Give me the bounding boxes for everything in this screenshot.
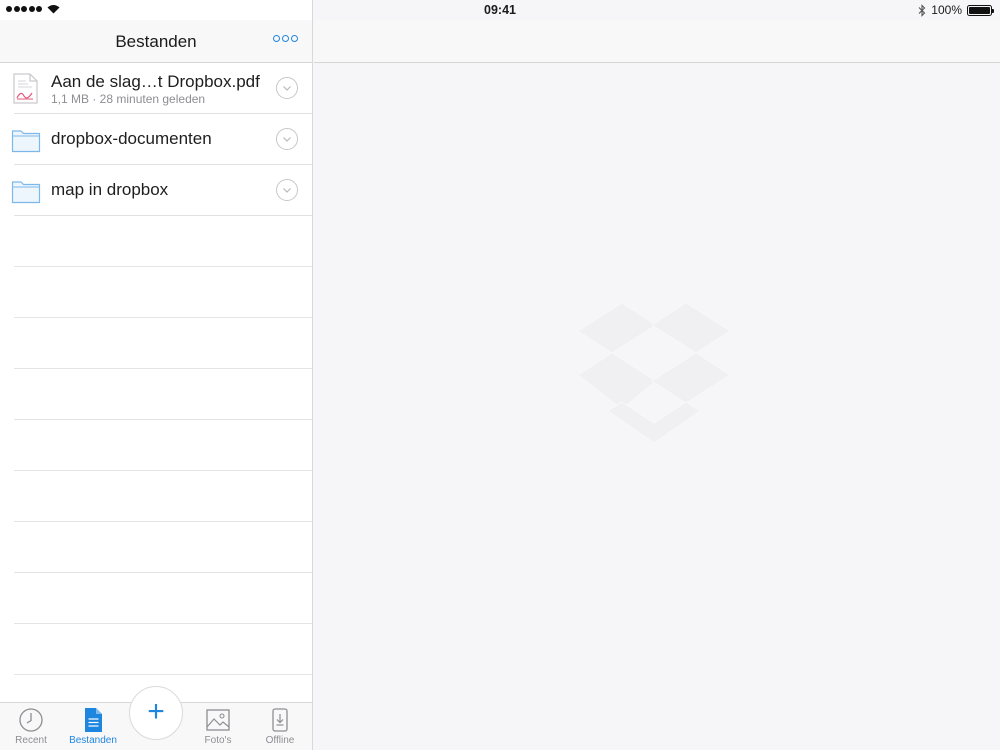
empty-row <box>0 522 312 573</box>
empty-row <box>0 573 312 624</box>
list-item-folder[interactable]: map in dropbox <box>0 165 312 216</box>
status-right: 100% <box>918 3 994 17</box>
more-icon <box>273 35 280 42</box>
battery-percentage: 100% <box>931 3 962 17</box>
tab-fotos[interactable]: Foto's <box>187 707 249 746</box>
folder-icon <box>11 178 41 209</box>
battery-icon <box>967 4 994 16</box>
empty-row <box>0 471 312 522</box>
folder-name: map in dropbox <box>51 180 169 199</box>
sidebar-header: Bestanden <box>0 20 312 63</box>
folder-name: dropbox-documenten <box>51 129 212 148</box>
more-button[interactable] <box>273 35 298 42</box>
empty-row <box>0 216 312 267</box>
tab-recent[interactable]: Recent <box>0 707 62 746</box>
pdf-file-icon <box>11 73 39 109</box>
page-title: Bestanden <box>115 32 197 51</box>
status-time: 09:41 <box>484 3 516 17</box>
folder-icon <box>11 127 41 158</box>
offline-icon <box>272 708 288 732</box>
add-button[interactable]: + <box>129 686 183 740</box>
chevron-down-icon[interactable] <box>276 128 298 150</box>
detail-pane <box>314 0 1000 750</box>
sidebar: Bestanden Aan de slag…t Dropbox.pdf 1,1 … <box>0 0 313 750</box>
empty-row <box>0 420 312 471</box>
empty-row <box>0 267 312 318</box>
file-list: Aan de slag…t Dropbox.pdf 1,1 MB · 28 mi… <box>0 63 312 675</box>
file-meta: 1,1 MB · 28 minuten geleden <box>51 92 206 106</box>
tab-label: Bestanden <box>69 735 117 746</box>
status-bar: 09:41 100% <box>0 0 1000 20</box>
tab-label: Offline <box>265 735 295 746</box>
file-name: Aan de slag…t Dropbox.pdf <box>51 72 260 91</box>
dropbox-logo-icon <box>576 302 732 454</box>
chevron-down-icon[interactable] <box>276 77 298 99</box>
tab-bestanden[interactable]: Bestanden <box>62 707 124 746</box>
tab-bar: Recent Bestanden + Foto's Offline <box>0 686 312 750</box>
document-icon <box>85 708 102 732</box>
detail-header <box>314 20 1000 63</box>
list-item-file[interactable]: Aan de slag…t Dropbox.pdf 1,1 MB · 28 mi… <box>0 63 312 114</box>
tab-label: Recent <box>15 735 47 746</box>
list-item-folder[interactable]: dropbox-documenten <box>0 114 312 165</box>
bluetooth-icon <box>918 3 926 17</box>
empty-row <box>0 318 312 369</box>
plus-icon: + <box>147 695 165 728</box>
chevron-down-icon[interactable] <box>276 179 298 201</box>
clock-icon <box>19 708 43 732</box>
empty-row <box>0 624 312 675</box>
tab-label: Foto's <box>204 735 232 746</box>
empty-row <box>0 369 312 420</box>
tab-offline[interactable]: Offline <box>249 707 311 746</box>
photo-icon <box>206 709 230 731</box>
